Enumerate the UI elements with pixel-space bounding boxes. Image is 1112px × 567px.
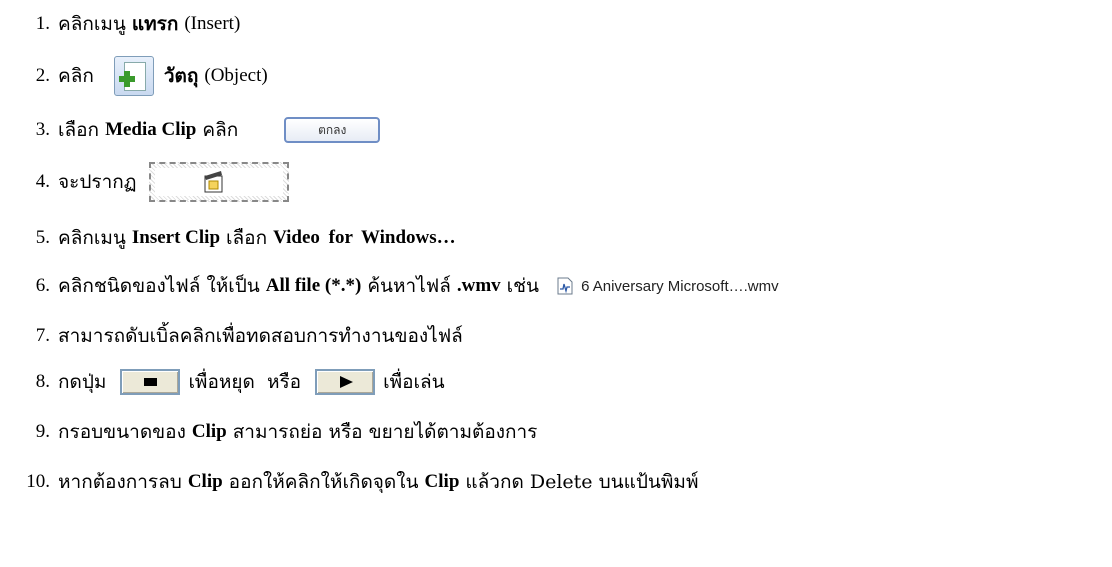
clip-label: Clip <box>187 471 223 492</box>
step-10: 10. หากต้องการลบ Clip ออกให้คลิกให้เกิดจ… <box>0 462 1112 502</box>
step-text: คลิก <box>58 65 94 87</box>
step-text-example: เช่น <box>506 275 540 297</box>
step-number: 5. <box>35 227 50 248</box>
step-text: เลือก <box>58 119 100 141</box>
step-text-click-in: ออกให้คลิกให้เกิดจุดใน <box>228 471 419 493</box>
insert-clip-menu: Insert Clip <box>131 227 221 248</box>
step-4: 4. จะปรากฏ <box>0 158 1112 206</box>
clapperboard-icon <box>204 171 223 193</box>
step-7: 7. สามารถดับเบิ้ลคลิกเพื่อทดสอบการทำงานข… <box>0 316 1112 356</box>
step-text-click: คลิก <box>202 119 239 141</box>
insert-object-icon <box>113 56 154 96</box>
step-number: 8. <box>35 371 50 392</box>
wmv-file-icon <box>557 277 573 295</box>
step-text-search: ค้นหาไฟล์ <box>367 275 451 297</box>
example-file-name: 6 Aniversary Microsoft….wmv <box>581 277 779 295</box>
step-number: 1. <box>35 13 50 34</box>
step-text-select: เลือก <box>226 227 268 249</box>
play-icon <box>340 376 354 388</box>
step-text: จะปรากฏ <box>58 171 137 193</box>
step-2: 2. คลิก วัตถุ (Object) <box>0 50 1112 102</box>
step-number: 4. <box>35 171 50 192</box>
stop-icon <box>144 378 158 386</box>
step-text: กรอบขนาดของ <box>58 421 186 443</box>
file-extension: .wmv <box>456 275 501 296</box>
step-9: 9. กรอบขนาดของ Clip สามารถย่อ หรือ ขยายไ… <box>0 412 1112 452</box>
object-label-en: (Object) <box>204 65 268 86</box>
menu-name-en: (Insert) <box>184 13 241 34</box>
step-text: สามารถดับเบิ้ลคลิกเพื่อทดสอบการทำงานของไ… <box>58 325 463 347</box>
step-text: คลิกเมนู <box>58 13 126 35</box>
play-button[interactable] <box>315 369 376 395</box>
step-3: 3. เลือก Media Clip คลิก ตกลง <box>0 110 1112 150</box>
clip-label-2: Clip <box>424 471 460 492</box>
file-type-all: All file (*.*) <box>265 275 362 296</box>
step-text-resize: สามารถย่อ หรือ ขยายได้ตามต้องการ <box>232 421 538 443</box>
media-clip-label: Media Clip <box>105 119 197 140</box>
step-text: หากต้องการลบ <box>58 471 182 493</box>
step-text: กดปุ่ม <box>58 371 107 393</box>
step-number: 6. <box>35 275 50 296</box>
step-text: คลิกเมนู <box>58 227 126 249</box>
step-1: 1. คลิกเมนู แทรก (Insert) <box>0 4 1112 44</box>
ok-button[interactable]: ตกลง <box>284 117 381 143</box>
step-5: 5. คลิกเมนู Insert Clip เลือก Video for … <box>0 218 1112 258</box>
step-text: คลิกชนิดของไฟล์ ให้เป็น <box>58 275 260 297</box>
object-label: วัตถุ <box>163 66 199 87</box>
step-number: 9. <box>35 421 50 442</box>
step-number: 10. <box>26 471 50 492</box>
step-6: 6. คลิกชนิดของไฟล์ ให้เป็น All file (*.*… <box>0 266 1112 306</box>
step-text-play: เพื่อเล่น <box>383 371 445 393</box>
step-number: 3. <box>35 119 50 140</box>
step-number: 2. <box>35 65 50 86</box>
step-number: 7. <box>35 325 50 346</box>
clip-label: Clip <box>191 421 227 442</box>
step-text-stop: เพื่อหยุด หรือ <box>188 371 302 393</box>
media-clip-placeholder[interactable] <box>148 162 289 202</box>
step-text-delete: แล้วกด Delete บนแป้นพิมพ์ <box>465 471 699 493</box>
video-for-windows-option: Video for Windows… <box>273 227 456 248</box>
menu-name: แทรก <box>131 14 179 35</box>
stop-button[interactable] <box>120 369 181 395</box>
step-8: 8. กดปุ่ม เพื่อหยุด หรือ เพื่อเล่น <box>0 362 1112 402</box>
instruction-document: 1. คลิกเมนู แทรก (Insert) 2. คลิก วัตถุ … <box>0 0 1112 567</box>
